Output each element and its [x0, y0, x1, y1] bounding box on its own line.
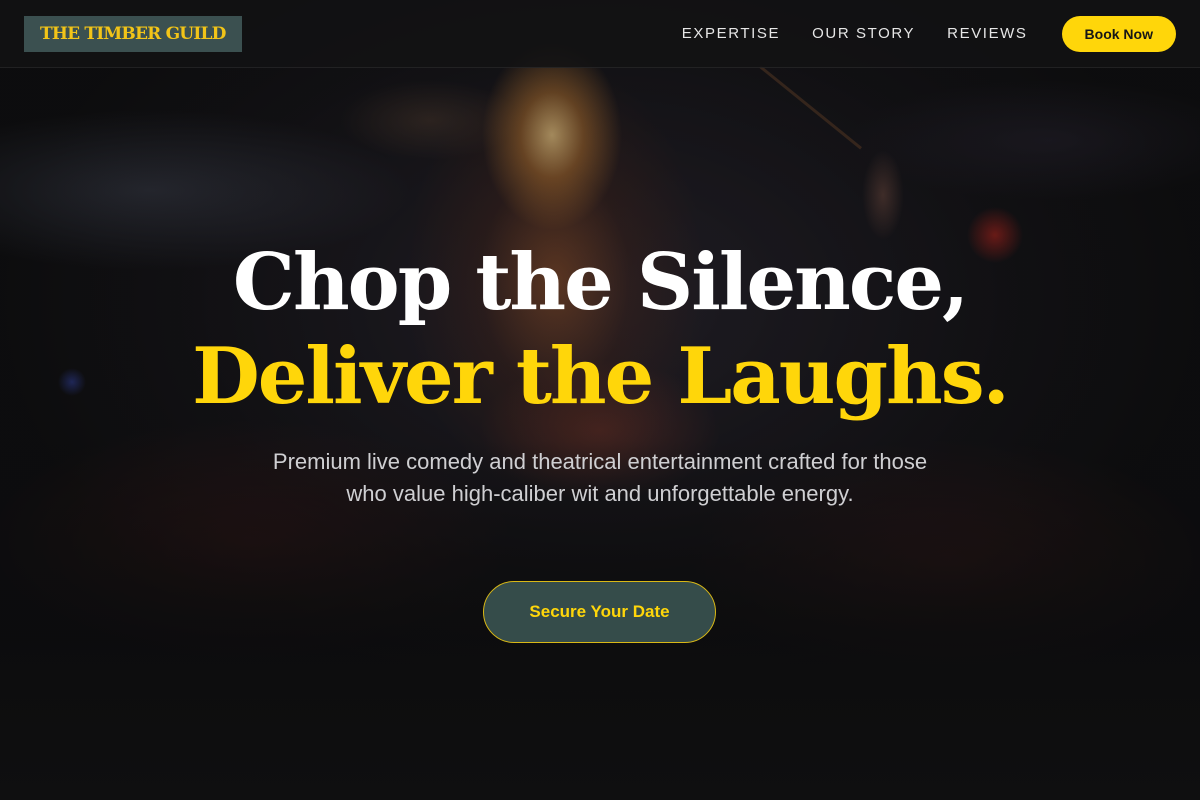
nav-menu: EXPERTISE OUR STORY REVIEWS Book Now [682, 15, 1176, 52]
headline-line-2: Deliver the Laughs. [192, 331, 1010, 422]
hero-headline: Chop the Silence, Deliver the Laughs. [0, 236, 1200, 424]
hero-subtext: Premium live comedy and theatrical enter… [272, 449, 928, 506]
site-logo[interactable]: THE TIMBER GUILD [24, 15, 242, 52]
nav-link-expertise[interactable]: EXPERTISE [682, 25, 780, 42]
headline-line-1: Chop the Silence, [232, 237, 969, 328]
secure-your-date-button[interactable]: Secure Your Date [483, 581, 716, 643]
nav-link-our-story[interactable]: OUR STORY [812, 25, 915, 42]
navbar: THE TIMBER GUILD EXPERTISE OUR STORY REV… [0, 0, 1200, 68]
nav-link-reviews[interactable]: REVIEWS [947, 25, 1027, 42]
hero-section: Chop the Silence, Deliver the Laughs. Pr… [0, 68, 1200, 800]
book-now-button[interactable]: Book Now [1061, 15, 1176, 52]
